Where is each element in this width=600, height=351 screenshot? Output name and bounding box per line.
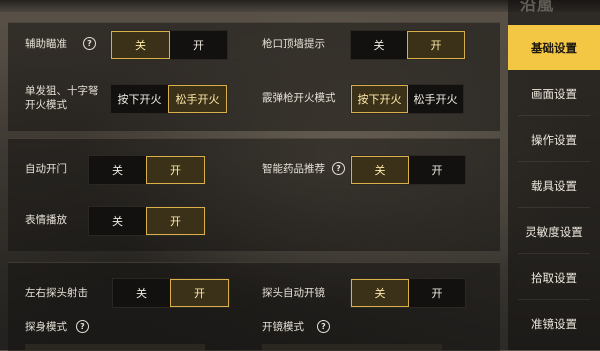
peek-fire-on-option[interactable]: 开 (170, 279, 229, 307)
question-circle-icon[interactable]: ? (83, 37, 96, 50)
emote-play-label: 表情播放 (25, 214, 67, 226)
peek-mode-label: 探身模式 (25, 321, 67, 333)
shotgun-press-option[interactable]: 按下开火 (351, 85, 408, 113)
single-fire-mode-label: 单发狙、十字弩开火模式 (25, 85, 99, 111)
sidebar-item-label: 准镜设置 (531, 316, 577, 331)
aim-assist-label: 辅助瞄准 (25, 38, 67, 50)
peek-auto-scope-toggle: 关 开 (350, 278, 466, 308)
smart-medicine-on-option[interactable]: 开 (409, 156, 465, 184)
peek-fire-off-option[interactable]: 关 (113, 279, 170, 307)
sidebar-item-label: 操作设置 (531, 132, 577, 147)
sidebar-item-label: 基础设置 (531, 40, 577, 55)
aim-assist-off-option[interactable]: 关 (111, 31, 170, 59)
shotgun-fire-mode-toggle: 按下开火 松手开火 (350, 84, 464, 114)
peek-auto-scope-on-option[interactable]: 开 (409, 279, 465, 307)
scope-mode-label: 开镜模式 (262, 321, 304, 333)
sidebar-item-label: 灵敏度设置 (525, 224, 583, 239)
scope-mode-toggle-partial[interactable] (262, 344, 442, 350)
emote-play-on-option[interactable]: 开 (146, 207, 205, 235)
sidebar-item-basic[interactable]: 基础设置 (508, 25, 600, 70)
single-fire-release-option[interactable]: 松手开火 (168, 85, 227, 113)
sidebar-item-label: 画面设置 (531, 86, 577, 101)
smart-medicine-toggle: 关 开 (350, 155, 466, 185)
peek-auto-scope-off-option[interactable]: 关 (351, 279, 409, 307)
divider (518, 161, 590, 162)
sidebar-item-vehicle[interactable]: 载具设置 (508, 163, 600, 208)
auto-open-door-toggle: 关 开 (88, 155, 206, 185)
sidebar-item-label: 载具设置 (531, 178, 577, 193)
single-fire-press-option[interactable]: 按下开火 (111, 85, 168, 113)
aim-assist-on-option[interactable]: 开 (170, 31, 227, 59)
aim-assist-toggle: 关 开 (110, 30, 228, 60)
sidebar-item-controls[interactable]: 操作设置 (508, 117, 600, 162)
muzzle-wall-hint-label: 枪口顶墙提示 (262, 38, 325, 50)
auto-open-door-on-option[interactable]: 开 (146, 156, 205, 184)
smart-medicine-label: 智能药品推荐 (262, 163, 325, 175)
divider (518, 253, 590, 254)
auto-open-door-label: 自动开门 (25, 163, 67, 175)
sidebar-item-scope[interactable]: 准镜设置 (508, 301, 600, 346)
sidebar-item-sensitivity[interactable]: 灵敏度设置 (508, 209, 600, 254)
question-circle-icon[interactable]: ? (317, 320, 330, 333)
smart-medicine-off-option[interactable]: 关 (351, 156, 409, 184)
peek-auto-scope-label: 探头自动开镜 (262, 287, 325, 299)
peek-mode-toggle-partial[interactable] (25, 344, 205, 350)
question-circle-icon[interactable]: ? (76, 320, 89, 333)
emote-play-toggle: 关 开 (88, 206, 206, 236)
sidebar-item-pickup[interactable]: 拾取设置 (508, 255, 600, 300)
settings-sidebar: 基础设置 画面设置 操作设置 载具设置 灵敏度设置 拾取设置 准镜设置 (508, 0, 600, 350)
muzzle-wall-hint-toggle: 关 开 (350, 30, 466, 60)
question-circle-icon[interactable]: ? (332, 162, 345, 175)
divider (518, 115, 590, 116)
single-fire-mode-toggle: 按下开火 松手开火 (110, 84, 228, 114)
sidebar-item-graphics[interactable]: 画面设置 (508, 71, 600, 116)
muzzle-wall-hint-off-option[interactable]: 关 (351, 31, 407, 59)
emote-play-off-option[interactable]: 关 (89, 207, 146, 235)
sidebar-item-label: 拾取设置 (531, 270, 577, 285)
auto-open-door-off-option[interactable]: 关 (89, 156, 146, 184)
divider (518, 299, 590, 300)
shotgun-fire-mode-label: 霰弹枪开火模式 (262, 92, 336, 104)
muzzle-wall-hint-on-option[interactable]: 开 (407, 31, 465, 59)
shotgun-release-option[interactable]: 松手开火 (408, 85, 463, 113)
divider (518, 207, 590, 208)
peek-fire-toggle: 关 开 (112, 278, 230, 308)
peek-fire-label: 左右探头射击 (25, 287, 88, 299)
